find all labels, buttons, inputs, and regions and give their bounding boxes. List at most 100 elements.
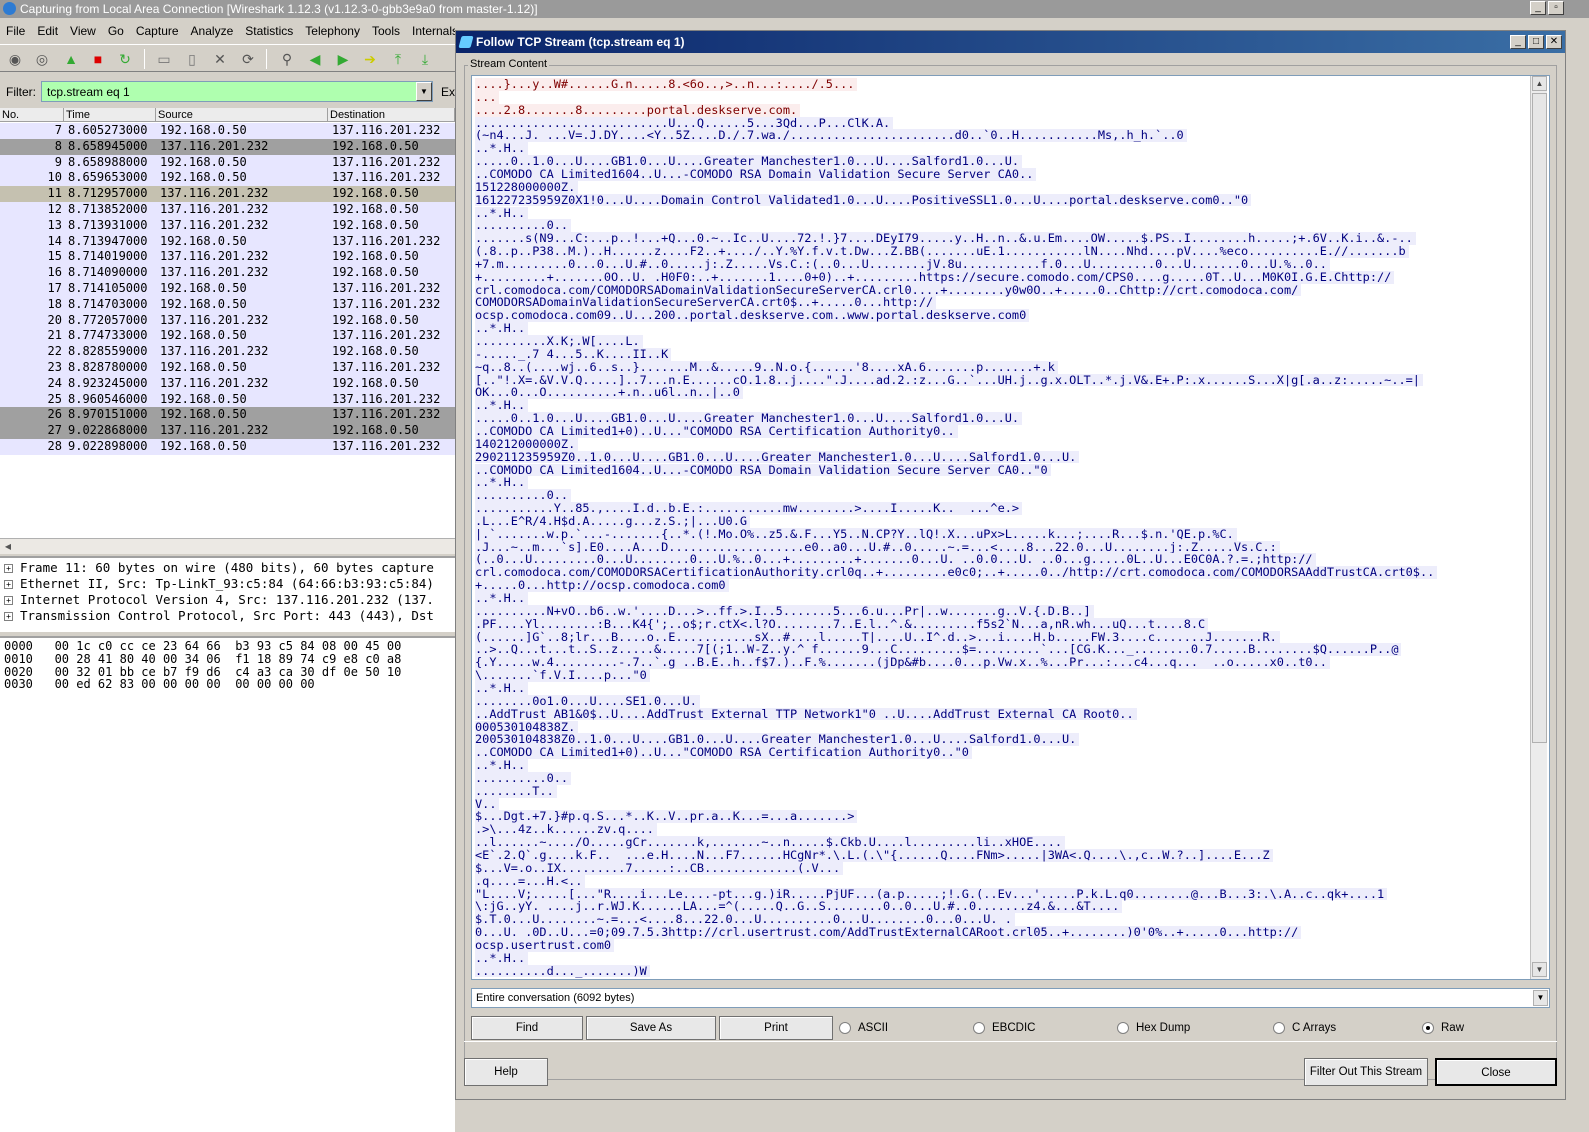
column-header-source[interactable]: Source	[156, 108, 328, 122]
reload-icon[interactable]: ⟳	[239, 50, 257, 68]
stop-capture-icon[interactable]: ■	[89, 50, 107, 68]
format-radio-ascii[interactable]: ASCII	[839, 1020, 959, 1036]
detail-text: Ethernet II, Src: Tp-LinkT_93:c5:84 (64:…	[20, 576, 434, 591]
go-first-icon[interactable]: ⤒	[389, 50, 407, 68]
save-file-icon[interactable]: ▯	[183, 50, 201, 68]
scroll-up-icon[interactable]: ▲	[1532, 76, 1547, 91]
client-stream-line: ....2.8.......8.........portal.deskserve…	[475, 103, 801, 117]
start-capture-icon[interactable]: ▲	[62, 50, 80, 68]
detail-tree-item[interactable]: + Frame 11: 60 bytes on wire (480 bits), …	[0, 560, 455, 576]
server-stream-line: |.`.......w.p.`...-.......{..*.(!.Mo.O%.…	[475, 527, 1237, 541]
menu-capture[interactable]: Capture	[130, 20, 185, 39]
expand-icon[interactable]: +	[4, 580, 13, 589]
packet-row[interactable]: 13 8.713931000 137.116.201.232 192.168.0.50	[0, 217, 455, 234]
find-button[interactable]: Find	[471, 1016, 583, 1040]
menu-go[interactable]: Go	[102, 20, 130, 39]
close-file-icon[interactable]: ✕	[211, 50, 229, 68]
menu-edit[interactable]: Edit	[31, 20, 64, 39]
conversation-select[interactable]: Entire conversation (6092 bytes) ▼	[471, 988, 1550, 1008]
help-button[interactable]: Help	[464, 1058, 548, 1086]
packet-row[interactable]: 9 8.658988000 192.168.0.50 137.116.201.232	[0, 154, 455, 171]
radio-dot-icon[interactable]	[973, 1022, 985, 1034]
scroll-down-icon[interactable]: ▼	[1532, 962, 1547, 977]
packet-row[interactable]: 11 8.712957000 137.116.201.232 192.168.0.50	[0, 186, 455, 202]
packet-row[interactable]: 8 8.658945000 137.116.201.232 192.168.0.50	[0, 138, 455, 155]
close-button[interactable]: Close	[1435, 1058, 1557, 1086]
packet-row[interactable]: 20 8.772057000 137.116.201.232 192.168.0.50	[0, 312, 455, 329]
packet-row[interactable]: 28 9.022898000 192.168.0.50 137.116.201.232	[0, 439, 455, 455]
detail-tree-item[interactable]: + Transmission Control Protocol, Src Port…	[0, 608, 455, 624]
packet-row[interactable]: 16 8.714090000 137.116.201.232 192.168.0.50	[0, 265, 455, 281]
format-radio-c-arrays[interactable]: C Arrays	[1273, 1020, 1393, 1036]
hex-row[interactable]: 0010 00 28 41 80 40 00 34 06 f1 18 89 74…	[4, 652, 401, 666]
expand-icon[interactable]: +	[4, 564, 13, 573]
display-filter-input[interactable]: tcp.stream eq 1	[41, 81, 433, 102]
stream-content-text[interactable]: ....}...y..W#......G.n.....8.<6o..,>..n.…	[471, 75, 1550, 980]
filter-out-stream-button[interactable]: Filter Out This Stream	[1304, 1058, 1428, 1086]
minimize-icon[interactable]: _	[1530, 1, 1546, 15]
chevron-down-icon[interactable]: ▼	[1533, 990, 1548, 1006]
packet-row[interactable]: 24 8.923245000 137.116.201.232 192.168.0.50	[0, 375, 455, 392]
packet-row[interactable]: 18 8.714703000 192.168.0.50 137.116.201.232	[0, 296, 455, 313]
packet-destination: 192.168.0.50	[332, 344, 419, 359]
column-header-destination[interactable]: Destination	[328, 108, 455, 122]
packet-row[interactable]: 21 8.774733000 192.168.0.50 137.116.201.232	[0, 328, 455, 345]
packet-row[interactable]: 15 8.714019000 137.116.201.232 192.168.0.50	[0, 249, 455, 266]
column-header-no[interactable]: No.	[0, 108, 64, 122]
restart-capture-icon[interactable]: ↻	[116, 50, 134, 68]
column-header-time[interactable]: Time	[64, 108, 156, 122]
close-icon[interactable]: ✕	[1546, 35, 1562, 49]
restore-icon[interactable]: ▫	[1548, 1, 1564, 15]
go-last-icon[interactable]: ⤓	[416, 50, 434, 68]
packet-list-scrollbar[interactable]: ◀	[0, 538, 455, 554]
menu-view[interactable]: View	[64, 20, 102, 39]
filter-expression-button[interactable]: Ex	[441, 85, 455, 99]
expand-icon[interactable]: +	[4, 596, 13, 605]
open-file-icon[interactable]: ▭	[155, 50, 173, 68]
menu-file[interactable]: File	[0, 20, 31, 39]
stream-scrollbar[interactable]: ▲ ▼	[1530, 76, 1547, 979]
packet-destination: 192.168.0.50	[332, 265, 419, 280]
expand-icon[interactable]: +	[4, 612, 13, 621]
scroll-left-icon[interactable]: ◀	[2, 541, 14, 553]
packet-row[interactable]: 22 8.828559000 137.116.201.232 192.168.0.50	[0, 344, 455, 360]
interfaces-icon[interactable]: ◉	[6, 50, 24, 68]
packet-row[interactable]: 26 8.970151000 192.168.0.50 137.116.201.232	[0, 407, 455, 424]
radio-dot-icon[interactable]	[1117, 1022, 1129, 1034]
detail-tree-item[interactable]: + Ethernet II, Src: Tp-LinkT_93:c5:84 (64…	[0, 576, 455, 592]
minimize-icon[interactable]: _	[1510, 35, 1526, 49]
menu-telephony[interactable]: Telephony	[299, 20, 366, 39]
packet-row[interactable]: 10 8.659653000 192.168.0.50 137.116.201.232	[0, 170, 455, 187]
capture-options-icon[interactable]: ◎	[33, 50, 51, 68]
packet-row[interactable]: 25 8.960546000 192.168.0.50 137.116.201.232	[0, 391, 455, 408]
detail-tree-item[interactable]: + Internet Protocol Version 4, Src: 137.1…	[0, 592, 455, 608]
radio-dot-icon[interactable]	[1422, 1022, 1434, 1034]
chevron-down-icon[interactable]: ▼	[416, 82, 432, 101]
packet-row[interactable]: 23 8.828780000 192.168.0.50 137.116.201.232	[0, 360, 455, 376]
packet-row[interactable]: 7 8.605273000 192.168.0.50 137.116.201.232	[0, 123, 455, 139]
go-forward-icon[interactable]: ▶	[334, 50, 352, 68]
print-button[interactable]: Print	[719, 1016, 833, 1040]
packet-row[interactable]: 12 8.713852000 137.116.201.232 192.168.0.50	[0, 202, 455, 218]
radio-dot-icon[interactable]	[1273, 1022, 1285, 1034]
go-to-packet-icon[interactable]: ➔	[361, 50, 379, 68]
scrollbar-thumb[interactable]	[1532, 93, 1547, 743]
packet-row[interactable]: 14 8.713947000 192.168.0.50 137.116.201.232	[0, 233, 455, 250]
radio-dot-icon[interactable]	[839, 1022, 851, 1034]
format-radio-hex-dump[interactable]: Hex Dump	[1117, 1020, 1237, 1036]
save-as-button[interactable]: Save As	[586, 1016, 716, 1040]
menu-internals[interactable]: Internals	[406, 20, 455, 39]
menu-tools[interactable]: Tools	[366, 20, 406, 39]
hex-row[interactable]: 0030 00 ed 62 83 00 00 00 00 00 00 00 00	[4, 678, 315, 691]
go-back-icon[interactable]: ◀	[306, 50, 324, 68]
toolbar-separator	[144, 49, 145, 69]
find-packet-icon[interactable]: ⚲	[278, 50, 296, 68]
packet-row[interactable]: 17 8.714105000 192.168.0.50 137.116.201.232	[0, 281, 455, 297]
format-radio-raw[interactable]: Raw	[1422, 1020, 1542, 1036]
menu-analyze[interactable]: Analyze	[185, 20, 240, 39]
server-stream-line: ..*.H..	[475, 682, 529, 695]
menu-statistics[interactable]: Statistics	[239, 20, 299, 39]
packet-row[interactable]: 27 9.022868000 137.116.201.232 192.168.0.50	[0, 423, 455, 439]
format-radio-ebcdic[interactable]: EBCDIC	[973, 1020, 1093, 1036]
maximize-icon[interactable]: □	[1528, 35, 1544, 49]
